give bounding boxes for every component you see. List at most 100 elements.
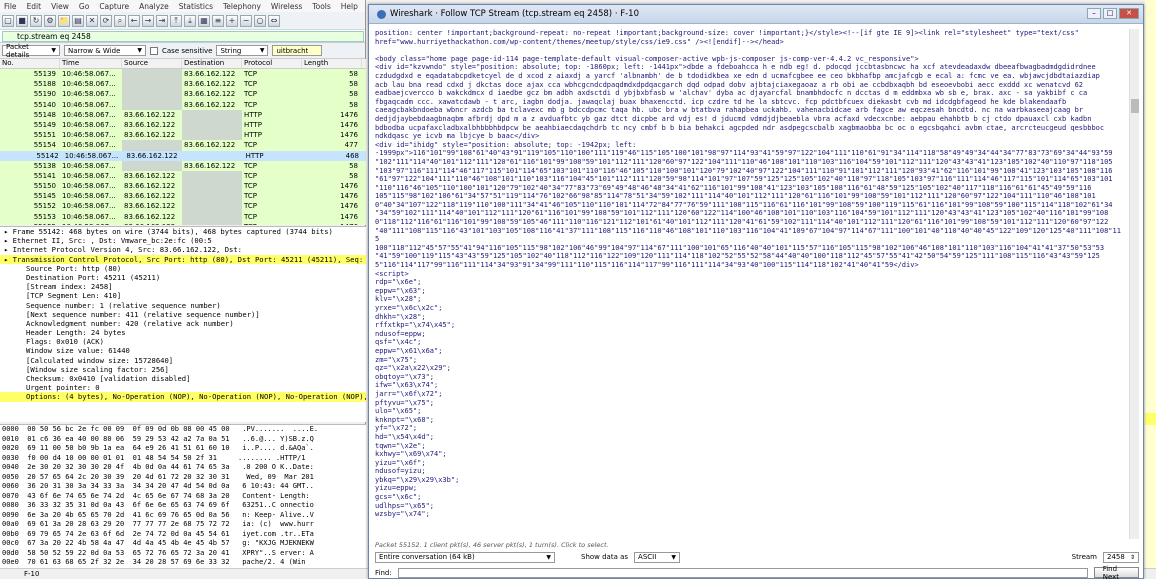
save-icon[interactable]: ▤: [72, 14, 84, 27]
conversation-select[interactable]: Entire conversation (64 kB) ▼: [375, 551, 555, 563]
reload-icon[interactable]: ⟳: [100, 14, 112, 27]
show-data-as-select[interactable]: ASCII ▼: [634, 551, 681, 563]
goto-icon[interactable]: ⇥: [156, 14, 168, 27]
table-row[interactable]: 5515510:46:58.067...83.66.162.122 TCP1476: [0, 221, 366, 225]
resize-columns-icon[interactable]: ⇔: [268, 14, 280, 27]
detail-row[interactable]: [TCP Segment Len: 410]: [0, 291, 366, 300]
open-file-icon[interactable]: 📁: [58, 14, 70, 27]
bytes-row[interactable]: 0020 69 11 00 50 b0 9b 1a ea 64 e9 26 41…: [0, 444, 366, 454]
menu-item-tools[interactable]: Tools: [312, 2, 330, 11]
minimize-button[interactable]: –: [1087, 8, 1101, 19]
stop-icon[interactable]: ■: [16, 14, 28, 27]
menu-item-edit[interactable]: Edit: [27, 2, 42, 11]
close-file-icon[interactable]: ✕: [86, 14, 98, 27]
stream-scrollbar[interactable]: [1129, 29, 1139, 539]
bytes-row[interactable]: 0000 00 50 56 bc 2e fc 00 09 0f 09 0d 0b…: [0, 425, 366, 435]
table-row[interactable]: 55151 10:46:58.067... 83.66.162.122 HTTP 147…: [0, 130, 366, 141]
detail-row[interactable]: [Next sequence number: 411 (relative seq…: [0, 310, 366, 319]
restart-icon[interactable]: ↻: [30, 14, 42, 27]
menu-item-help[interactable]: Help: [341, 2, 358, 11]
column-header-protocol[interactable]: Protocol: [242, 59, 302, 68]
bytes-row[interactable]: 00d0 58 50 52 59 22 0d 0a 53 65 72 76 65…: [0, 549, 366, 559]
menu-item-wireless[interactable]: Wireless: [271, 2, 302, 11]
menu-item-view[interactable]: View: [51, 2, 69, 11]
menu-item-go[interactable]: Go: [79, 2, 89, 11]
detail-row[interactable]: [Calculated window size: 15728640]: [0, 356, 366, 365]
char-width-select[interactable]: Narrow & Wide ▼: [64, 45, 146, 56]
detail-row[interactable]: Sequence number: 1 (relative sequence nu…: [0, 301, 366, 310]
menu-item-statistics[interactable]: Statistics: [179, 2, 213, 11]
zoom-reset-icon[interactable]: ○: [254, 14, 266, 27]
table-row[interactable]: 55153 10:46:58.067... 83.66.162.122 TCP 1476: [0, 211, 366, 222]
options-icon[interactable]: ⚙: [44, 14, 56, 27]
table-row[interactable]: 55152 10:46:58.067... 83.66.162.122 TCP 1476: [0, 201, 366, 212]
detail-row[interactable]: ▸ Ethernet II, Src: , Dst: Vmware_bc:2e:…: [0, 236, 366, 245]
detail-row[interactable]: [Stream index: 2458]: [0, 282, 366, 291]
zoom-out-icon[interactable]: −: [240, 14, 252, 27]
table-row[interactable]: 55145 10:46:58.067... 83.66.162.122 TCP 1476: [0, 191, 366, 202]
search-in-select[interactable]: Packet details ▼: [2, 43, 60, 59]
column-header-length[interactable]: Length: [302, 59, 362, 68]
forward-icon[interactable]: →: [142, 14, 154, 27]
column-header-source[interactable]: Source: [122, 59, 182, 68]
detail-row[interactable]: Flags: 0x010 (ACK): [0, 337, 366, 346]
search-type-select[interactable]: String ▼: [216, 45, 269, 56]
detail-row[interactable]: Urgent pointer: 0: [0, 383, 366, 392]
table-row[interactable]: 55138 10:46:58.067... 83.66.162.122 TCP 58: [0, 160, 366, 171]
table-row[interactable]: 55190 10:46:58.067... 83.66.162.122 TCP 58: [0, 89, 366, 100]
detail-row[interactable]: ▸ Frame 55142: 468 bytes on wire (3744 b…: [0, 227, 366, 236]
bytes-row[interactable]: 0030 f0 00 d4 10 00 00 01 01 01 48 54 54…: [0, 454, 366, 464]
close-button[interactable]: ✕: [1119, 8, 1139, 19]
menu-item-capture[interactable]: Capture: [99, 2, 129, 11]
detail-row[interactable]: Window size value: 61440: [0, 346, 366, 355]
bytes-row[interactable]: 00b0 69 79 65 74 2e 63 6f 6d 2e 74 72 0d…: [0, 530, 366, 540]
stream-number-spinbox[interactable]: 2458 ⇕: [1103, 551, 1139, 563]
column-header-destination[interactable]: Destination: [182, 59, 242, 68]
zoom-in-icon[interactable]: +: [226, 14, 238, 27]
menu-item-file[interactable]: File: [4, 2, 17, 11]
menu-item-telephony[interactable]: Telephony: [223, 2, 261, 11]
bytes-row[interactable]: 0050 20 57 65 64 2c 20 30 39 20 4d 61 72…: [0, 473, 366, 483]
first-icon[interactable]: ⤒: [170, 14, 182, 27]
detail-row[interactable]: [Window size scaling factor: 256]: [0, 365, 366, 374]
display-filter-input[interactable]: [2, 30, 364, 42]
find-next-button[interactable]: Find Next: [1093, 565, 1139, 579]
bytes-row[interactable]: 00a0 69 61 3a 20 28 63 29 20 77 77 77 2e…: [0, 520, 366, 530]
menu-item-analyze[interactable]: Analyze: [139, 2, 169, 11]
table-row[interactable]: 55142 10:46:58.067... 83.66.162.122 HTTP 468: [0, 150, 366, 161]
table-row[interactable]: 55140 10:46:58.067... 83.66.162.122 TCP 58: [0, 99, 366, 110]
detail-row[interactable]: Source Port: http (80): [0, 264, 366, 273]
find-input[interactable]: [397, 567, 1088, 578]
scrollbar-thumb[interactable]: [1131, 99, 1139, 113]
colorize-icon[interactable]: ▦: [198, 14, 210, 27]
last-icon[interactable]: ⤓: [184, 14, 196, 27]
expand-arrow-icon[interactable]: ▸: [4, 255, 13, 264]
bytes-row[interactable]: 0070 43 6f 6e 74 65 6e 74 2d 4c 65 6e 67…: [0, 492, 366, 502]
back-icon[interactable]: ←: [128, 14, 140, 27]
column-header-time[interactable]: Time: [60, 59, 122, 68]
bytes-row[interactable]: 0060 36 20 31 30 3a 34 33 3a 34 34 20 47…: [0, 482, 366, 492]
table-row[interactable]: 55150 10:46:58.067... 83.66.162.122 TCP 1476: [0, 181, 366, 192]
search-value-input[interactable]: uitbracht: [272, 45, 323, 56]
expand-arrow-icon[interactable]: ▸: [4, 245, 13, 254]
table-row[interactable]: 55141 10:46:58.067... 83.66.162.122 TCP 58: [0, 170, 366, 182]
open-icon[interactable]: ▢: [2, 14, 14, 27]
detail-row[interactable]: ▸ Internet Protocol Version 4, Src: 83.6…: [0, 245, 366, 254]
stream-content[interactable]: position: center !important;background-r…: [375, 29, 1125, 539]
detail-row[interactable]: Options: (4 bytes), No-Operation (NOP), …: [0, 392, 366, 402]
autoscroll-icon[interactable]: ≡: [212, 14, 224, 27]
expand-arrow-icon[interactable]: ▸: [4, 227, 13, 236]
bytes-row[interactable]: 00c0 67 3a 20 22 4b 58 4a 47 4d 4a 45 4b…: [0, 539, 366, 549]
detail-row[interactable]: ▸ Transmission Control Protocol, Src Por…: [0, 254, 366, 264]
column-header-no[interactable]: No.: [0, 59, 60, 68]
table-row[interactable]: 55148 10:46:58.067... 83.66.162.122 HTTP 147…: [0, 109, 366, 120]
table-row[interactable]: 55149 10:46:58.067... 83.66.162.122 HTTP 147…: [0, 119, 366, 131]
bytes-row[interactable]: 0080 36 33 32 35 31 0d 0a 43 6f 6e 6e 65…: [0, 501, 366, 511]
detail-row[interactable]: Header Length: 24 bytes: [0, 328, 366, 337]
find-icon[interactable]: ⌕: [114, 14, 126, 27]
table-row[interactable]: 55154 10:46:58.067... 83.66.162.122 TCP 477: [0, 140, 366, 151]
case-sensitive-checkbox[interactable]: [150, 46, 158, 55]
bytes-row[interactable]: 00e0 70 61 63 68 65 2f 32 2e 34 20 28 57…: [0, 558, 366, 568]
follow-window-titlebar[interactable]: Wireshark · Follow TCP Stream (tcp.strea…: [369, 5, 1143, 24]
detail-row[interactable]: Checksum: 0x0410 [validation disabled]: [0, 374, 366, 383]
